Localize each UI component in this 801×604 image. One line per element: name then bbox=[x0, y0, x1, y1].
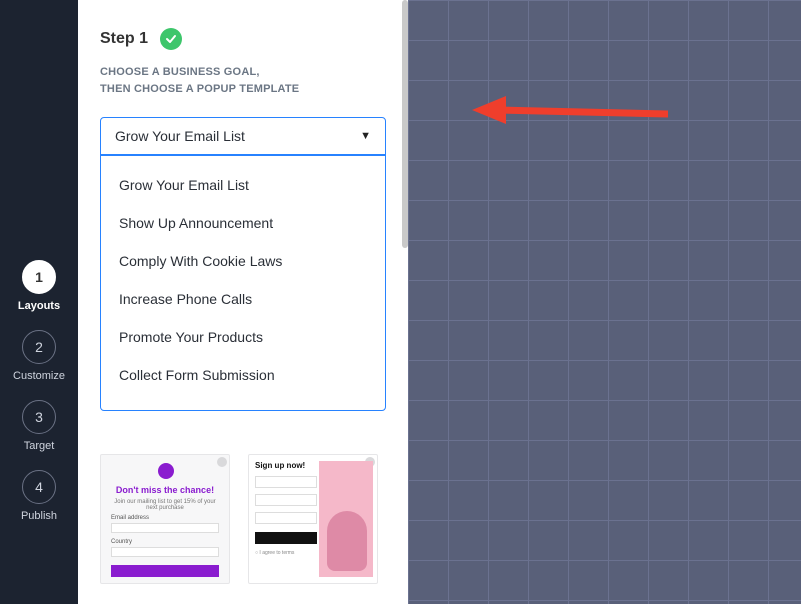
template-heading: Sign up now! bbox=[255, 461, 317, 470]
template-card[interactable]: Sign up now! ○ I agree to terms bbox=[248, 454, 378, 584]
dropdown-option[interactable]: Increase Phone Calls bbox=[101, 280, 385, 318]
template-label: Email address bbox=[111, 515, 149, 521]
canvas-workspace[interactable] bbox=[408, 0, 801, 604]
close-icon bbox=[217, 457, 227, 467]
sidebar-step-customize[interactable]: 2 Customize bbox=[13, 330, 65, 382]
sidebar-step-publish[interactable]: 4 Publish bbox=[21, 470, 57, 522]
business-goal-select[interactable]: Grow Your Email List ▼ bbox=[100, 117, 386, 155]
dropdown-option[interactable]: Collect Form Submission bbox=[101, 356, 385, 394]
dropdown-option[interactable]: Show Up Announcement bbox=[101, 204, 385, 242]
select-value: Grow Your Email List bbox=[115, 128, 245, 144]
business-goal-dropdown: Grow Your Email List Show Up Announcemen… bbox=[100, 155, 386, 411]
step-number: 2 bbox=[22, 330, 56, 364]
template-card[interactable]: Don't miss the chance! Join our mailing … bbox=[100, 454, 230, 584]
step-number: 3 bbox=[22, 400, 56, 434]
config-panel: Step 1 CHOOSE A BUSINESS GOAL, THEN CHOO… bbox=[78, 0, 408, 604]
template-subtext: Join our mailing list to get 15% of your… bbox=[111, 499, 219, 511]
template-input-preview bbox=[111, 523, 219, 533]
sidebar-step-target[interactable]: 3 Target bbox=[22, 400, 56, 452]
logo-icon bbox=[158, 463, 174, 479]
dropdown-option[interactable]: Promote Your Products bbox=[101, 318, 385, 356]
step-label: Publish bbox=[21, 510, 57, 522]
step-label: Customize bbox=[13, 370, 65, 382]
template-label: Country bbox=[111, 539, 132, 545]
step-number: 4 bbox=[22, 470, 56, 504]
stepper-sidebar: 1 Layouts 2 Customize 3 Target 4 Publish bbox=[0, 0, 78, 604]
template-button-preview bbox=[111, 565, 219, 577]
panel-subtitle: CHOOSE A BUSINESS GOAL, THEN CHOOSE A PO… bbox=[100, 64, 386, 97]
subtitle-line1: CHOOSE A BUSINESS GOAL, bbox=[100, 66, 260, 78]
template-heading: Don't miss the chance! bbox=[101, 485, 229, 495]
step-title: Step 1 bbox=[100, 30, 148, 48]
check-icon bbox=[160, 28, 182, 50]
panel-header: Step 1 bbox=[100, 28, 386, 50]
step-label: Layouts bbox=[18, 300, 60, 312]
dropdown-option[interactable]: Grow Your Email List bbox=[101, 166, 385, 204]
business-goal-select-wrap: Grow Your Email List ▼ Grow Your Email L… bbox=[100, 117, 386, 411]
template-image-preview bbox=[319, 461, 373, 577]
template-input-preview bbox=[111, 547, 219, 557]
step-label: Target bbox=[24, 440, 55, 452]
sidebar-step-layouts[interactable]: 1 Layouts bbox=[18, 260, 60, 312]
caret-down-icon: ▼ bbox=[360, 130, 371, 142]
subtitle-line2: THEN CHOOSE A POPUP TEMPLATE bbox=[100, 83, 299, 95]
step-number: 1 bbox=[22, 260, 56, 294]
template-preview: Sign up now! ○ I agree to terms bbox=[255, 461, 317, 577]
dropdown-option[interactable]: Comply With Cookie Laws bbox=[101, 242, 385, 280]
